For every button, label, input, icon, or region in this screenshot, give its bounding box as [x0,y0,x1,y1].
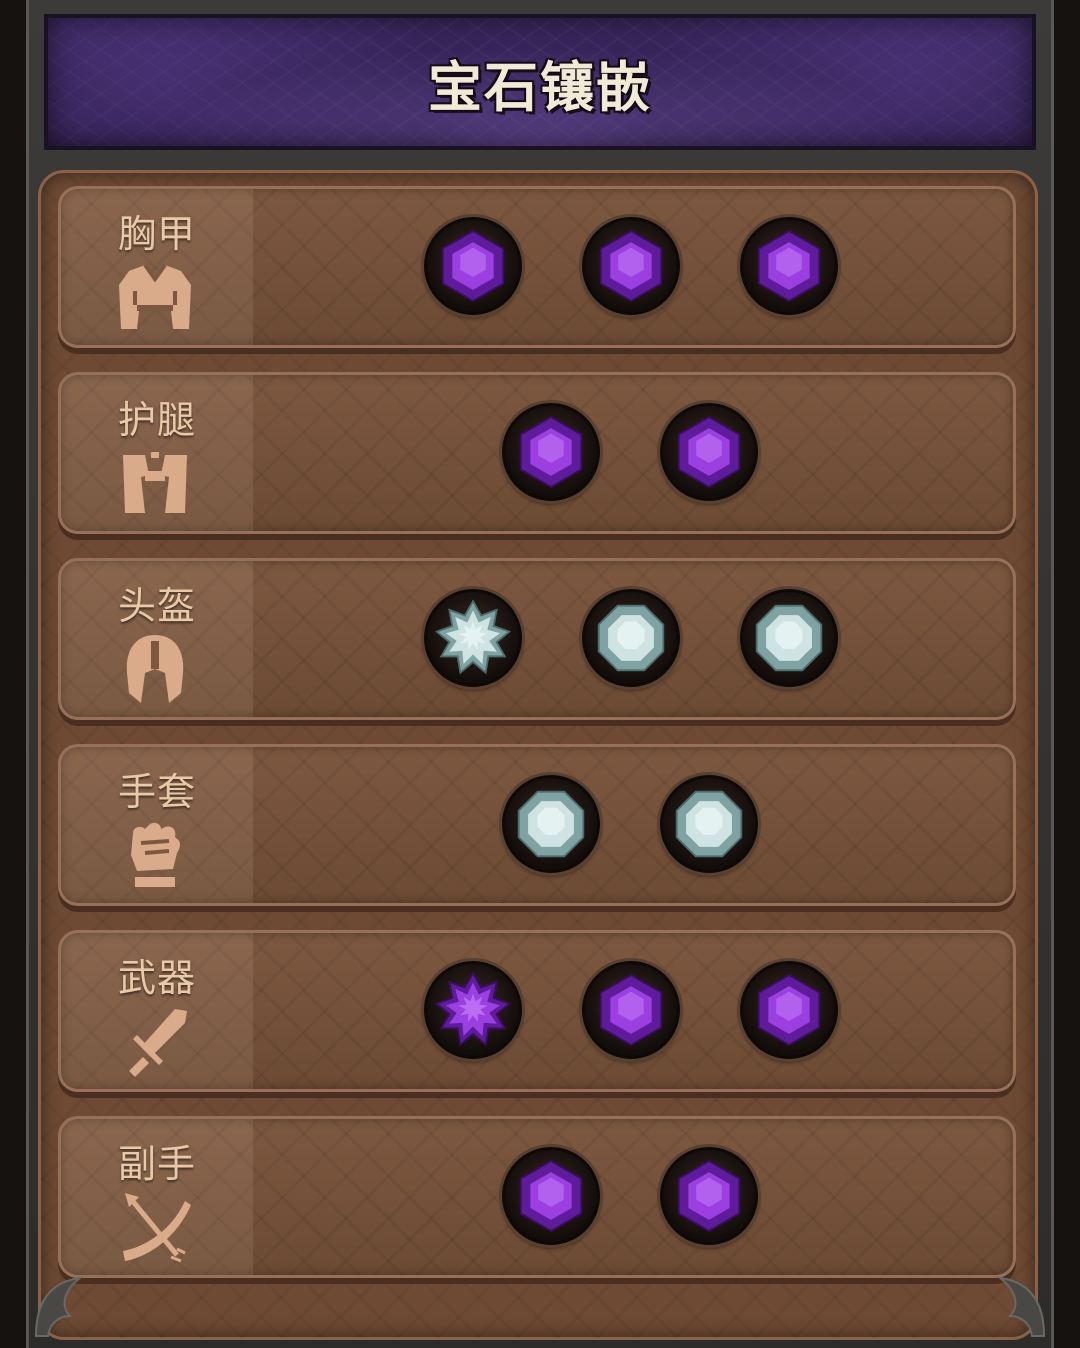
purple-hexagon-gem[interactable] [740,217,838,315]
purple-hexagon-gem-icon [519,1159,583,1233]
slot-row-legs[interactable]: 护腿 [58,372,1016,534]
purple-hexagon-gem-icon [519,415,583,489]
silver-star-gem[interactable] [424,589,522,687]
corner-ornament-left [34,1276,84,1337]
purple-hexagon-gem-icon [677,415,741,489]
silver-star-gem-icon [434,599,512,675]
header-banner: 宝石镶嵌 [44,14,1036,150]
purple-hexagon-gem-icon [599,973,663,1047]
purple-hexagon-gem-icon [599,229,663,303]
purple-hexagon-gem-icon [757,229,821,303]
slot-row-chest[interactable]: 胸甲 [58,186,1016,348]
purple-hexagon-gem[interactable] [502,403,600,501]
purple-hexagon-gem[interactable] [582,217,680,315]
silver-octagon-gem[interactable] [740,589,838,687]
gem-slots [61,561,1013,717]
slot-row-offhand[interactable]: 副手 [58,1116,1016,1278]
purple-star-gem-icon [434,971,512,1047]
silver-octagon-gem[interactable] [582,589,680,687]
purple-hexagon-gem[interactable] [424,217,522,315]
purple-hexagon-gem[interactable] [740,961,838,1059]
gem-slots [61,1119,1013,1275]
silver-octagon-gem-icon [675,790,743,858]
slot-row-gloves[interactable]: 手套 [58,744,1016,906]
silver-octagon-gem-icon [755,604,823,672]
silver-octagon-gem-icon [517,790,585,858]
gem-slots [61,375,1013,531]
purple-hexagon-gem-icon [441,229,505,303]
purple-hexagon-gem[interactable] [660,403,758,501]
page-title: 宝石镶嵌 [428,55,652,119]
gem-slots [61,933,1013,1089]
slot-row-helmet[interactable]: 头盔 [58,558,1016,720]
slot-row-weapon[interactable]: 武器 [58,930,1016,1092]
purple-star-gem[interactable] [424,961,522,1059]
silver-octagon-gem[interactable] [502,775,600,873]
silver-octagon-gem[interactable] [660,775,758,873]
purple-hexagon-gem[interactable] [660,1147,758,1245]
silver-octagon-gem-icon [597,604,665,672]
corner-ornament-right [996,1276,1046,1337]
gem-slots [61,747,1013,903]
purple-hexagon-gem[interactable] [502,1147,600,1245]
gem-slots [61,189,1013,345]
purple-hexagon-gem[interactable] [582,961,680,1059]
purple-hexagon-gem-icon [757,973,821,1047]
purple-hexagon-gem-icon [677,1159,741,1233]
